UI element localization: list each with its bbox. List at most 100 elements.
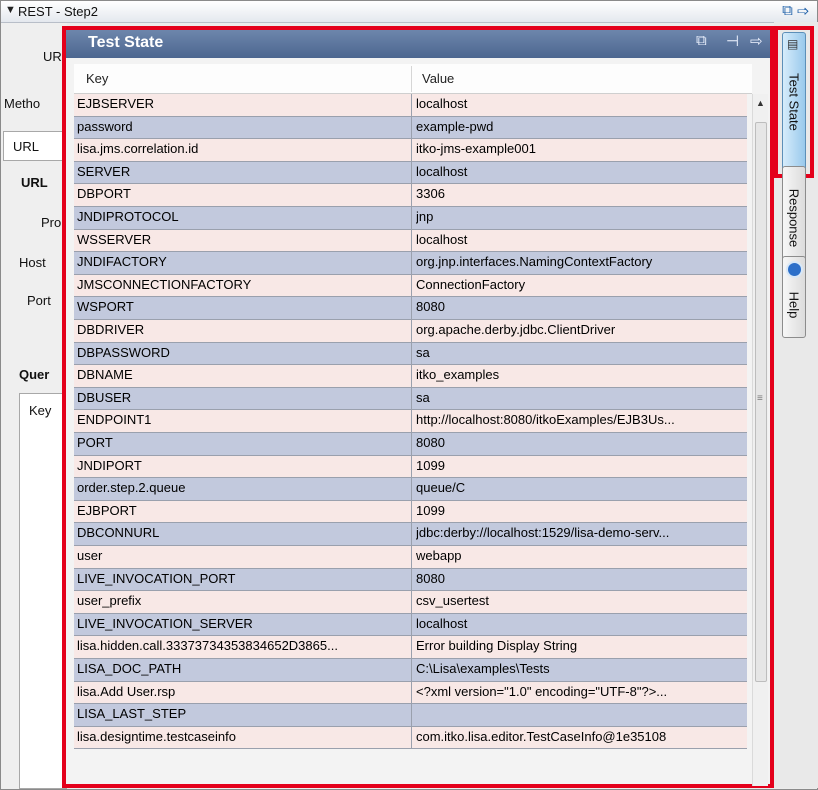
row-key-cell[interactable]: JNDIPORT xyxy=(77,458,411,473)
table-row[interactable]: PORT 8080 xyxy=(74,433,747,456)
table-row[interactable]: JMSCONNECTIONFACTORY ConnectionFactory xyxy=(74,274,747,298)
table-row[interactable]: LISA_LAST_STEP xyxy=(74,704,747,727)
table-row[interactable]: lisa.Add User.rsp <?xml version="1.0" enc… xyxy=(74,681,747,705)
column-header-value[interactable]: Value xyxy=(422,71,454,86)
dock-arrow-icon[interactable]: ⇨ xyxy=(797,2,809,19)
table-row[interactable]: user_prefix csv_usertest xyxy=(74,591,747,614)
table-row[interactable]: DBNAME itko_examples xyxy=(74,365,747,388)
row-value-cell[interactable]: itko-jms-example001 xyxy=(416,141,746,156)
table-row[interactable]: DBCONNURL jdbc:derby://localhost:1529/lis… xyxy=(74,523,747,546)
table-row[interactable]: DBPORT 3306 xyxy=(74,184,747,207)
row-value-cell[interactable]: jdbc:derby://localhost:1529/lisa-demo-se… xyxy=(416,525,746,540)
row-value-cell[interactable]: 1099 xyxy=(416,503,746,518)
row-value-cell[interactable]: <?xml version="1.0" encoding="UTF-8"?>..… xyxy=(416,684,746,699)
row-value-cell[interactable]: org.jnp.interfaces.NamingContextFactory xyxy=(416,254,746,269)
table-row[interactable]: ENDPOINT1 http://localhost:8080/itkoExamp… xyxy=(74,410,747,433)
row-value-cell[interactable]: Error building Display String xyxy=(416,638,746,653)
row-value-cell[interactable]: org.apache.derby.jdbc.ClientDriver xyxy=(416,322,746,337)
table-row[interactable]: DBPASSWORD sa xyxy=(74,342,747,366)
row-key-cell[interactable]: DBUSER xyxy=(77,390,411,405)
row-value-cell[interactable]: 3306 xyxy=(416,186,746,201)
row-key-cell[interactable]: DBNAME xyxy=(77,367,411,382)
row-key-cell[interactable]: LIVE_INVOCATION_PORT xyxy=(77,571,411,586)
table-row[interactable]: LISA_DOC_PATH C:\Lisa\examples\Tests xyxy=(74,659,747,682)
row-key-cell[interactable]: DBCONNURL xyxy=(77,525,411,540)
row-value-cell[interactable]: sa xyxy=(416,345,746,360)
scroll-up-arrow-icon[interactable]: ▲ xyxy=(756,98,765,108)
row-value-cell[interactable]: sa xyxy=(416,390,746,405)
row-value-cell[interactable]: jnp xyxy=(416,209,746,224)
row-value-cell[interactable]: localhost xyxy=(416,616,746,631)
table-row[interactable]: DBDRIVER org.apache.derby.jdbc.ClientDriv… xyxy=(74,320,747,343)
row-value-cell[interactable]: 8080 xyxy=(416,299,746,314)
row-value-cell[interactable]: 8080 xyxy=(416,435,746,450)
row-key-cell[interactable]: order.step.2.queue xyxy=(77,480,411,495)
table-row[interactable]: WSSERVER localhost xyxy=(74,229,747,253)
row-key-cell[interactable]: lisa.Add User.rsp xyxy=(77,684,411,699)
row-key-cell[interactable]: WSPORT xyxy=(77,299,411,314)
vertical-scrollbar[interactable]: ▲ ≡ xyxy=(752,94,768,786)
row-key-cell[interactable]: EJBSERVER xyxy=(77,96,411,111)
row-value-cell[interactable]: 1099 xyxy=(416,458,746,473)
tab-test-state[interactable]: ▤ Test State xyxy=(782,32,806,172)
row-key-cell[interactable]: lisa.hidden.call.33373734353834652D3865.… xyxy=(77,638,411,653)
row-value-cell[interactable]: localhost xyxy=(416,96,746,111)
row-key-cell[interactable]: LIVE_INVOCATION_SERVER xyxy=(77,616,411,631)
row-value-cell[interactable]: webapp xyxy=(416,548,746,563)
row-key-cell[interactable]: user_prefix xyxy=(77,593,411,608)
row-key-cell[interactable]: password xyxy=(77,119,411,134)
row-key-cell[interactable]: JNDIFACTORY xyxy=(77,254,411,269)
row-value-cell[interactable]: http://localhost:8080/itkoExamples/EJB3U… xyxy=(416,412,746,427)
row-key-cell[interactable]: LISA_DOC_PATH xyxy=(77,661,411,676)
row-key-cell[interactable]: JNDIPROTOCOL xyxy=(77,209,411,224)
table-row[interactable]: EJBSERVER localhost xyxy=(74,94,747,117)
dock-arrow-icon[interactable]: ⇨ xyxy=(750,32,763,50)
row-key-cell[interactable]: DBDRIVER xyxy=(77,322,411,337)
collapse-triangle-icon[interactable]: ▼ xyxy=(5,4,16,16)
table-row[interactable]: lisa.hidden.call.33373734353834652D3865.… xyxy=(74,636,747,659)
row-key-cell[interactable]: WSSERVER xyxy=(77,232,411,247)
row-key-cell[interactable]: SERVER xyxy=(77,164,411,179)
row-key-cell[interactable]: ENDPOINT1 xyxy=(77,412,411,427)
row-value-cell[interactable]: queue/C xyxy=(416,480,746,495)
row-value-cell[interactable]: itko_examples xyxy=(416,367,746,382)
table-row[interactable]: lisa.designtime.testcaseinfo com.itko.lis… xyxy=(74,726,747,750)
row-value-cell[interactable]: 8080 xyxy=(416,571,746,586)
row-key-cell[interactable]: DBPASSWORD xyxy=(77,345,411,360)
tab-response[interactable]: Response xyxy=(782,166,806,270)
table-row[interactable]: SERVER localhost xyxy=(74,161,747,185)
table-row[interactable]: LIVE_INVOCATION_SERVER localhost xyxy=(74,613,747,637)
column-header-key[interactable]: Key xyxy=(86,71,108,86)
row-value-cell[interactable]: localhost xyxy=(416,164,746,179)
table-row[interactable]: DBUSER sa xyxy=(74,387,747,411)
row-key-cell[interactable]: PORT xyxy=(77,435,411,450)
row-value-cell[interactable]: C:\Lisa\examples\Tests xyxy=(416,661,746,676)
table-row[interactable]: order.step.2.queue queue/C xyxy=(74,478,747,501)
row-value-cell[interactable]: csv_usertest xyxy=(416,593,746,608)
table-row[interactable]: JNDIPORT 1099 xyxy=(74,455,747,479)
table-row[interactable]: JNDIFACTORY org.jnp.interfaces.NamingCont… xyxy=(74,252,747,275)
row-value-cell[interactable]: localhost xyxy=(416,232,746,247)
restore-window-icon[interactable]: ⧉ xyxy=(782,2,793,19)
row-key-cell[interactable]: JMSCONNECTIONFACTORY xyxy=(77,277,411,292)
table-row[interactable]: EJBPORT 1099 xyxy=(74,500,747,524)
row-key-cell[interactable]: lisa.jms.correlation.id xyxy=(77,141,411,156)
row-value-cell[interactable]: com.itko.lisa.editor.TestCaseInfo@1e3510… xyxy=(416,729,746,744)
pin-icon[interactable]: ⊣ xyxy=(726,32,739,50)
row-key-cell[interactable]: lisa.designtime.testcaseinfo xyxy=(77,729,411,744)
tab-help[interactable]: Help xyxy=(782,256,806,338)
row-key-cell[interactable]: EJBPORT xyxy=(77,503,411,518)
table-row[interactable]: lisa.jms.correlation.id itko-jms-example0… xyxy=(74,139,747,162)
row-value-cell[interactable]: ConnectionFactory xyxy=(416,277,746,292)
float-window-icon[interactable]: ⧉ xyxy=(696,32,707,49)
row-key-cell[interactable]: LISA_LAST_STEP xyxy=(77,706,411,721)
table-row[interactable]: LIVE_INVOCATION_PORT 8080 xyxy=(74,568,747,592)
table-row[interactable]: WSPORT 8080 xyxy=(74,297,747,320)
column-separator[interactable] xyxy=(411,66,412,92)
table-row[interactable]: password example-pwd xyxy=(74,116,747,140)
scrollbar-thumb[interactable]: ≡ xyxy=(755,122,767,682)
row-value-cell[interactable]: example-pwd xyxy=(416,119,746,134)
table-row[interactable]: user webapp xyxy=(74,546,747,569)
row-key-cell[interactable]: DBPORT xyxy=(77,186,411,201)
row-key-cell[interactable]: user xyxy=(77,548,411,563)
